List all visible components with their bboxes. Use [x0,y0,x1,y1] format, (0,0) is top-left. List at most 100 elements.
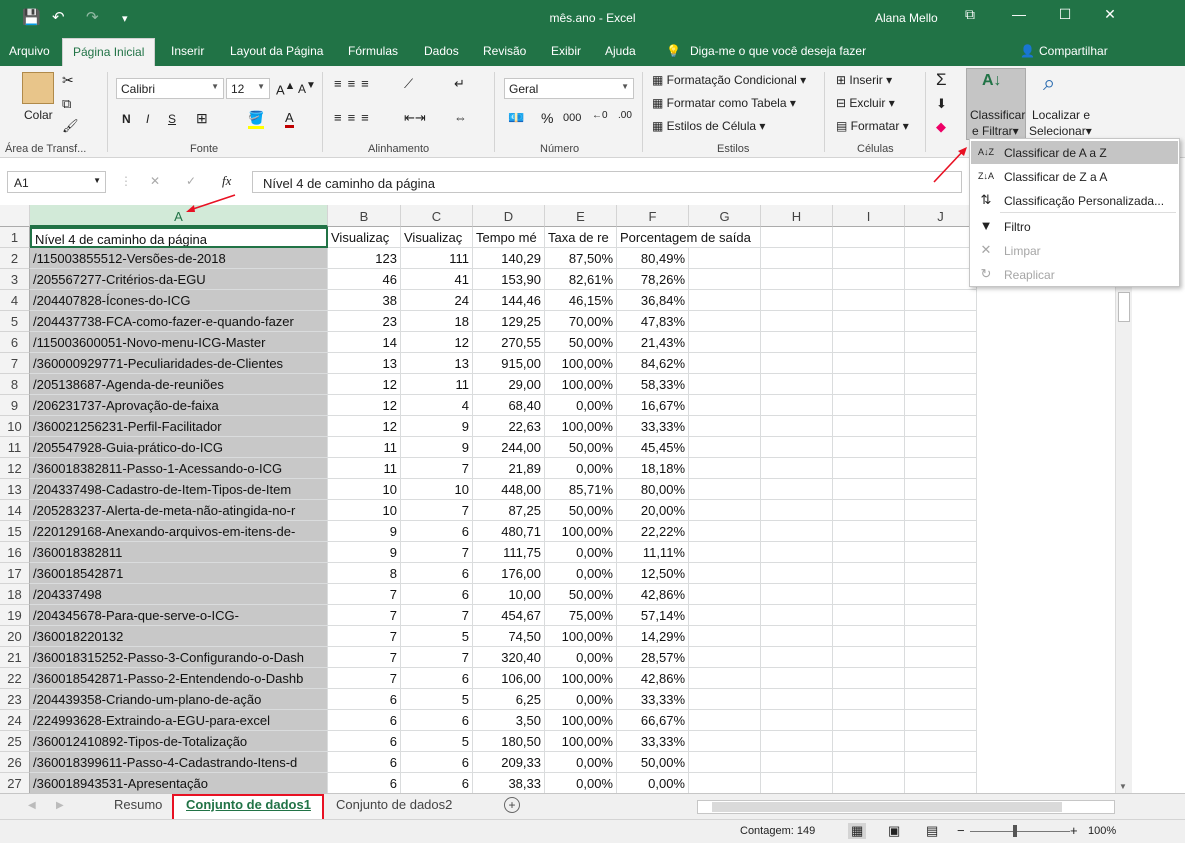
table-cell[interactable]: 0,00% [545,773,617,793]
wrap-text-icon[interactable]: ↵ [454,76,465,92]
table-cell[interactable]: 70,00% [545,311,617,332]
table-cell[interactable]: 7 [401,605,473,626]
decrease-decimal-icon[interactable]: .00 [618,110,632,121]
column-header-d[interactable]: D [473,205,545,227]
shrink-font-icon[interactable]: A▼ [298,80,316,96]
header-cell[interactable]: Visualizaç [401,227,473,248]
table-cell[interactable]: 11 [328,437,401,458]
table-cell[interactable] [689,752,761,773]
table-cell[interactable] [905,248,977,269]
tab-ajuda[interactable]: Ajuda [605,44,636,58]
sheet-tab-conjunto-2[interactable]: Conjunto de dados2 [336,797,452,812]
menu-item-sort-z-a[interactable]: Z↓A Classificar de Z a A [971,165,1178,188]
find-label[interactable]: Localizar e [1032,108,1090,122]
column-header-h[interactable]: H [761,205,833,227]
table-cell[interactable] [761,311,833,332]
name-box[interactable]: A1 ▼ [7,171,106,193]
table-cell[interactable]: 46,15% [545,290,617,311]
table-cell[interactable]: /204337498-Cadastro-de-Item-Tipos-de-Ite… [30,479,328,500]
table-cell[interactable]: 13 [401,353,473,374]
table-cell[interactable] [761,710,833,731]
table-cell[interactable] [833,290,905,311]
row-header[interactable]: 16 [0,542,30,563]
ribbon-display-options-icon[interactable]: ⧉ [955,6,985,23]
column-header-b[interactable]: B [328,205,401,227]
header-cell[interactable]: Porcentagem de saída [617,227,761,248]
table-cell[interactable] [905,437,977,458]
table-cell[interactable]: 100,00% [545,416,617,437]
column-header-j[interactable]: J [905,205,977,227]
table-cell[interactable]: /115003600051-Novo-menu-ICG-Master [30,332,328,353]
table-cell[interactable] [833,563,905,584]
font-size-box[interactable]: 12 ▼ [226,78,270,99]
table-cell[interactable]: 8 [328,563,401,584]
table-cell[interactable] [689,647,761,668]
row-header[interactable]: 18 [0,584,30,605]
magnifier-icon[interactable]: ⌕ [1043,70,1055,96]
table-cell[interactable] [761,668,833,689]
cell-styles-button[interactable]: ▦ Estilos de Célula ▾ [652,119,765,133]
share-button[interactable]: Compartilhar [1039,44,1108,58]
column-header-f[interactable]: F [617,205,689,227]
zoom-slider-thumb[interactable] [1013,825,1017,837]
table-cell[interactable]: 50,00% [545,584,617,605]
autosum-icon[interactable]: Σ [936,70,947,90]
borders-icon[interactable]: ⊞ [196,110,208,127]
table-cell[interactable] [833,773,905,793]
table-cell[interactable] [761,437,833,458]
number-format-box[interactable]: Geral ▼ [504,78,634,99]
table-cell[interactable] [833,269,905,290]
table-cell[interactable]: 50,00% [545,500,617,521]
table-cell[interactable]: 66,67% [617,710,689,731]
table-cell[interactable] [905,668,977,689]
tab-layout[interactable]: Layout da Página [230,44,323,58]
table-cell[interactable]: 7 [401,647,473,668]
row-header[interactable]: 13 [0,479,30,500]
table-cell[interactable]: 42,86% [617,584,689,605]
table-cell[interactable] [689,290,761,311]
underline-button[interactable]: S [168,112,176,126]
table-cell[interactable]: /360018399611-Passo-4-Cadastrando-Itens-… [30,752,328,773]
table-cell[interactable]: 100,00% [545,668,617,689]
paste-button[interactable]: Colar [24,108,53,122]
tab-dados[interactable]: Dados [424,44,459,58]
table-cell[interactable]: 33,33% [617,689,689,710]
table-cell[interactable]: 480,71 [473,521,545,542]
table-cell[interactable] [833,605,905,626]
table-cell[interactable] [761,605,833,626]
table-cell[interactable]: 75,00% [545,605,617,626]
column-header-e[interactable]: E [545,205,617,227]
table-cell[interactable]: 0,00% [545,563,617,584]
table-cell[interactable] [761,248,833,269]
table-cell[interactable]: 4 [401,395,473,416]
table-cell[interactable]: 7 [328,605,401,626]
table-cell[interactable] [905,584,977,605]
table-cell[interactable]: 6 [328,752,401,773]
maximize-icon[interactable]: ☐ [1050,6,1080,23]
clear-icon[interactable]: ◆ [936,119,946,135]
row-header[interactable]: 11 [0,437,30,458]
table-cell[interactable]: /360018315252-Passo-3-Configurando-o-Das… [30,647,328,668]
row-header[interactable]: 23 [0,689,30,710]
table-cell[interactable]: /204439358-Criando-um-plano-de-ação [30,689,328,710]
table-cell[interactable] [689,731,761,752]
table-cell[interactable]: 38,33 [473,773,545,793]
table-cell[interactable] [689,374,761,395]
table-cell[interactable] [761,521,833,542]
table-cell[interactable]: 50,00% [545,437,617,458]
table-cell[interactable] [833,668,905,689]
table-cell[interactable] [905,731,977,752]
table-cell[interactable] [833,647,905,668]
table-cell[interactable]: 7 [401,542,473,563]
table-cell[interactable] [833,248,905,269]
table-cell[interactable] [689,395,761,416]
fill-icon[interactable]: ⬇ [936,96,947,112]
table-cell[interactable]: 12,50% [617,563,689,584]
table-cell[interactable] [905,269,977,290]
sheet-tab-resumo[interactable]: Resumo [114,797,162,812]
table-cell[interactable]: 50,00% [617,752,689,773]
table-cell[interactable]: 5 [401,731,473,752]
table-cell[interactable] [689,689,761,710]
table-cell[interactable] [761,731,833,752]
orientation-icon[interactable]: ⟋ [404,76,413,92]
